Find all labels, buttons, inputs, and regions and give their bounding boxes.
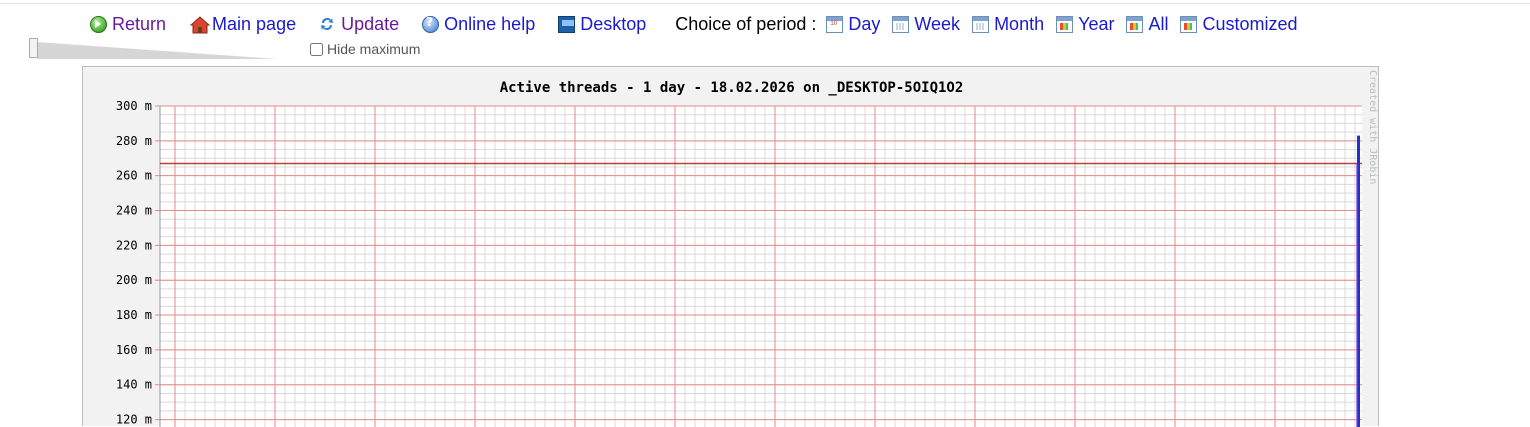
update-label: Update	[341, 13, 400, 34]
period-day-link[interactable]: 10 Day	[826, 14, 880, 35]
return-link[interactable]: Return	[90, 14, 166, 35]
y-tick-label: 200 m	[116, 273, 152, 287]
calendar-custom-icon	[1180, 15, 1198, 33]
period-month-link[interactable]: Month	[972, 14, 1044, 35]
hide-maximum-checkbox[interactable]	[310, 42, 323, 56]
zoom-slider[interactable]	[29, 38, 277, 59]
update-link[interactable]: Update	[319, 14, 399, 35]
period-year-label: Year	[1078, 13, 1115, 34]
help-icon	[422, 15, 440, 33]
home-icon	[189, 15, 211, 33]
online-help-link[interactable]: Online help	[422, 14, 535, 35]
y-tick-label: 240 m	[116, 204, 152, 218]
y-tick-label: 220 m	[116, 238, 152, 252]
toolbar: Return Main page Update Online help Desk…	[90, 12, 1298, 36]
desktop-icon	[558, 15, 576, 33]
period-label: Choice of period :	[675, 13, 817, 34]
y-tick-label: 140 m	[116, 378, 152, 392]
y-tick-label: 180 m	[116, 308, 152, 322]
desktop-label: Desktop	[580, 13, 647, 34]
period-day-label: Day	[848, 13, 881, 34]
period-all-label: All	[1148, 13, 1169, 34]
y-tick-label: 280 m	[116, 134, 152, 148]
y-tick-label: 260 m	[116, 169, 152, 183]
back-arrow-icon	[90, 15, 107, 33]
chart-plot: 300 m 280 m 260 m 240 m 220 m 200 m 180 m 160 m…	[116, 99, 1362, 427]
refresh-icon	[319, 16, 336, 33]
zoom-slider-handle[interactable]	[29, 38, 38, 58]
period-week-label: Week	[914, 13, 961, 34]
calendar-all-icon	[1126, 15, 1144, 33]
top-border	[0, 3, 1530, 4]
period-customized-link[interactable]: Customized	[1180, 13, 1298, 35]
calendar-year-icon	[1056, 15, 1074, 33]
period-all-link[interactable]: All	[1126, 14, 1168, 35]
chart-title: Active threads - 1 day - 18.02.2026 on _…	[499, 80, 964, 96]
period-month-label: Month	[994, 13, 1045, 34]
period-week-link[interactable]: Week	[892, 14, 960, 35]
y-tick-label: 300 m	[116, 99, 152, 113]
main-page-link[interactable]: Main page	[189, 13, 297, 35]
desktop-link[interactable]: Desktop	[558, 14, 646, 35]
plot-area	[160, 106, 1362, 427]
calendar-week-icon	[892, 15, 910, 33]
period-customized-label: Customized	[1202, 13, 1298, 34]
calendar-month-icon	[972, 15, 990, 33]
period-year-link[interactable]: Year	[1056, 14, 1114, 35]
y-tick-label: 120 m	[116, 413, 152, 427]
chart-image: 300 m 280 m 260 m 240 m 220 m 200 m 180 m 160 m…	[82, 66, 1379, 427]
hide-maximum-label: Hide maximum	[327, 41, 421, 57]
online-help-label: Online help	[444, 13, 536, 34]
return-label: Return	[112, 13, 167, 34]
zoom-slider-track	[37, 42, 277, 59]
calendar-day-icon: 10	[826, 15, 844, 33]
chart-watermark: Created with JRobin	[1367, 70, 1378, 185]
main-page-label: Main page	[212, 13, 297, 34]
y-tick-label: 160 m	[116, 343, 152, 357]
hide-maximum-option[interactable]: Hide maximum	[310, 41, 420, 57]
